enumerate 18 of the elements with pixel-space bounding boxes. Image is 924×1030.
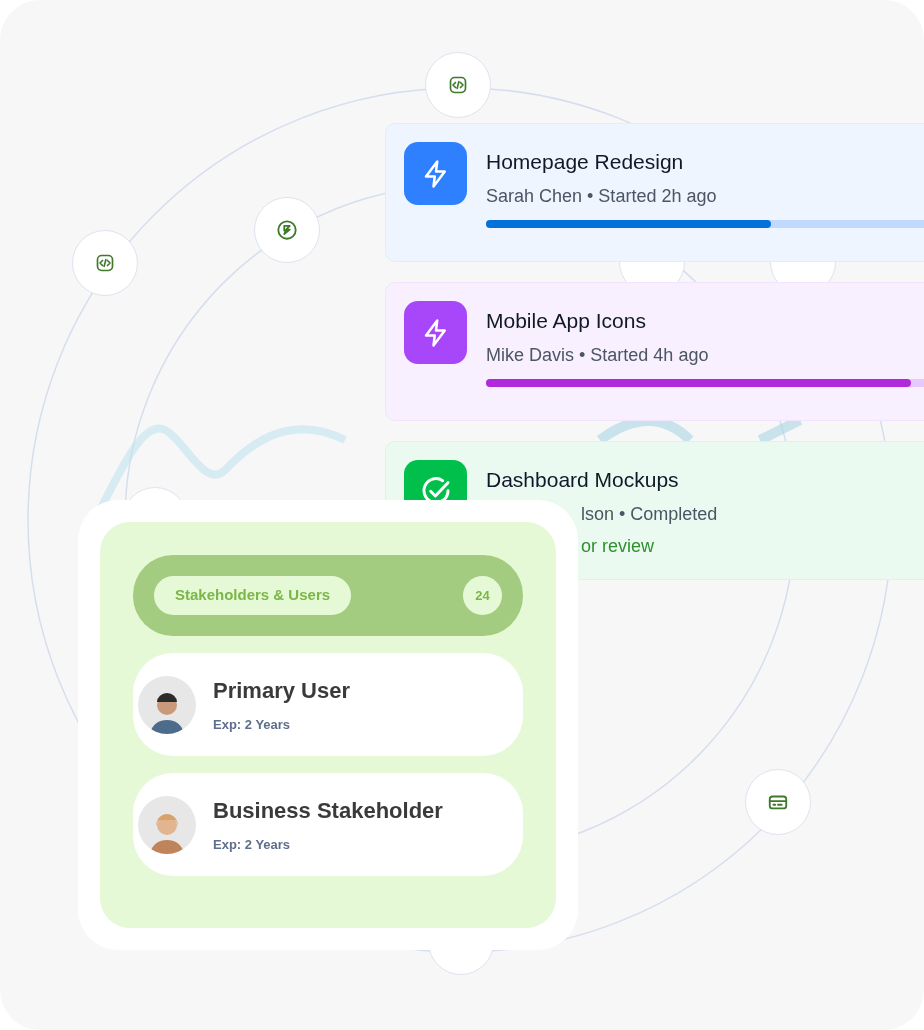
code-icon	[95, 253, 115, 273]
member-name: Business Stakeholder	[213, 797, 443, 826]
bolt-icon	[276, 219, 298, 241]
project-title: Dashboard Mockups	[486, 467, 679, 493]
project-subtitle: Mike Davis • Started 4h ago	[486, 344, 709, 367]
member-experience: Exp: 2 Years	[213, 716, 292, 735]
member-experience: Exp: 2 Years	[213, 836, 292, 855]
member-row[interactable]: Business Stakeholder Exp: 2 Years	[133, 773, 523, 876]
project-subtitle: lson • Completed	[581, 503, 718, 526]
count-badge: 24	[463, 576, 502, 615]
group-label: Stakeholders & Users	[154, 576, 352, 615]
status-note: or review	[581, 535, 655, 558]
member-row[interactable]: Primary User Exp: 2 Years	[133, 653, 523, 756]
project-title: Homepage Redesign	[486, 149, 684, 175]
member-name: Primary User	[213, 677, 350, 706]
project-subtitle: Sarah Chen • Started 2h ago	[486, 185, 717, 208]
project-title: Mobile App Icons	[486, 308, 646, 334]
code-icon	[448, 75, 468, 95]
